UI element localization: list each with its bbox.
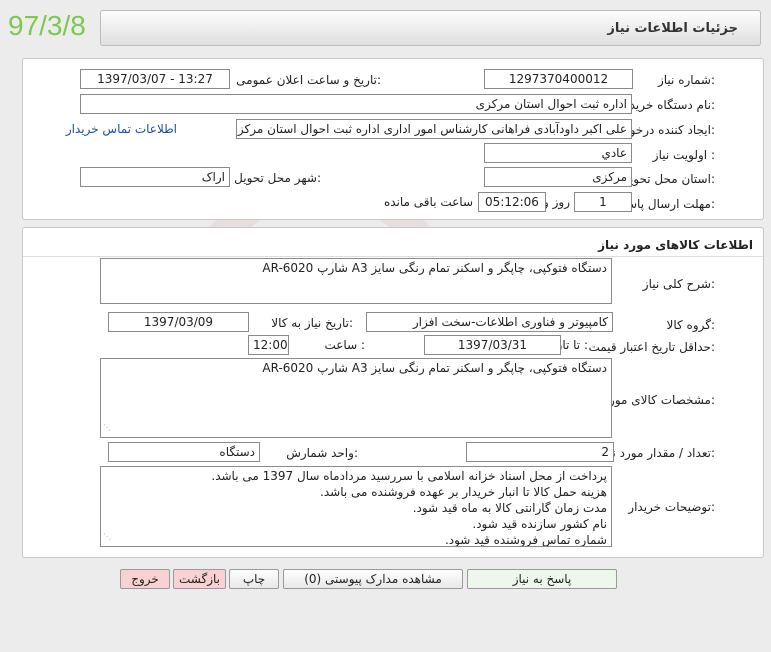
price-valid-label: حداقل تاریخ اعتبار قیمت:: [588, 340, 715, 354]
divider: [23, 256, 763, 257]
exit-button[interactable]: خروج: [120, 569, 170, 589]
to-date-field: 1397/03/31: [424, 335, 561, 355]
remaining-time-field: 05:12:06: [478, 192, 546, 212]
need-date-field: 1397/03/09: [108, 312, 249, 332]
buyer-notes-field: پرداخت از محل اسناد خزانه اسلامی با سررس…: [100, 466, 612, 547]
page-header: جزئیات اطلاعات نیاز: [100, 10, 761, 46]
need-date-label: تاریخ نیاز به کالا:: [271, 316, 353, 330]
spec-field: دستگاه فتوکپی، چاپگر و اسکنر تمام رنگی س…: [100, 358, 612, 438]
priority-label: اولویت نیاز :: [652, 148, 715, 162]
date-stamp: 97/3/8: [8, 10, 86, 41]
quantity-label: تعداد / مقدار مورد نیاز:: [599, 446, 715, 460]
notes-line: پرداخت از محل اسناد خزانه اسلامی با سررس…: [211, 469, 607, 483]
priority-field: عادي: [484, 143, 632, 163]
resize-handle-icon[interactable]: ⋰: [103, 529, 111, 545]
need-number-label: شماره نیاز:: [657, 73, 715, 87]
buyer-label: نام دستگاه خریدار:: [620, 98, 716, 112]
notes-line: مدت زمان گارانتی کالا به ماه قید شود.: [412, 501, 607, 515]
creator-field: علی اکبر داودآبادی فراهانی کارشناس امور …: [236, 119, 632, 139]
announce-label: تاریخ و ساعت اعلان عمومی:: [236, 73, 381, 87]
attachments-button[interactable]: مشاهده مدارک پیوستی (0): [283, 569, 463, 589]
notes-line: شماره تماس فروشنده قید شود.: [444, 533, 607, 547]
print-button[interactable]: چاپ: [229, 569, 279, 589]
buyer-contact-link[interactable]: اطلاعات تماس خریدار: [66, 122, 177, 136]
general-desc-label: شرح کلی نیاز:: [642, 277, 715, 291]
announce-datetime-field: 1397/03/07 - 13:27: [80, 69, 230, 89]
reply-button[interactable]: پاسخ به نیاز: [467, 569, 617, 589]
remaining-label: ساعت باقی مانده: [383, 195, 473, 209]
spec-text: دستگاه فتوکپی، چاپگر و اسکنر تمام رنگی س…: [262, 361, 607, 375]
resize-handle-icon[interactable]: ⋰: [103, 420, 111, 436]
notes-line: نام کشور سازنده قید شود.: [472, 517, 607, 531]
quantity-field: 2: [466, 442, 614, 462]
hour-label: ساعت :: [324, 338, 365, 352]
buyer-notes-label: توضیحات خریدار:: [628, 500, 715, 514]
goods-section-title: اطلاعات کالاهای مورد نیاز: [598, 238, 753, 252]
page-title: جزئیات اطلاعات نیاز: [607, 21, 738, 36]
city-label: شهر محل تحویل:: [234, 171, 321, 185]
city-field: اراک: [80, 167, 230, 187]
general-desc-text: دستگاه فتوکپی، چاپگر و اسکنر تمام رنگی س…: [262, 261, 607, 275]
province-label: استان محل تحویل:: [620, 172, 715, 186]
goods-group-label: گروه کالا:: [666, 318, 716, 332]
general-desc-field: دستگاه فتوکپی، چاپگر و اسکنر تمام رنگی س…: [100, 258, 612, 304]
hour-field: 12:00: [248, 335, 289, 355]
deadline-label: مهلت ارسال پاسخ:: [619, 197, 715, 211]
unit-label: واحد شمارش:: [286, 446, 358, 460]
province-field: مرکزی: [484, 167, 632, 187]
goods-group-field: کامپیوتر و فناوری اطلاعات-سخت افزار: [366, 312, 613, 332]
unit-field: دستگاه: [108, 442, 260, 462]
notes-line: هزینه حمل کالا تا انبار خریدار بر عهده ف…: [320, 485, 607, 499]
buyer-field: اداره ثبت احوال استان مرکزی: [80, 94, 632, 114]
need-number-field: 1297370400012: [484, 69, 633, 89]
days-field: 1: [574, 192, 632, 212]
back-button[interactable]: بازگشت: [173, 569, 226, 589]
days-label: روز و: [543, 195, 570, 209]
